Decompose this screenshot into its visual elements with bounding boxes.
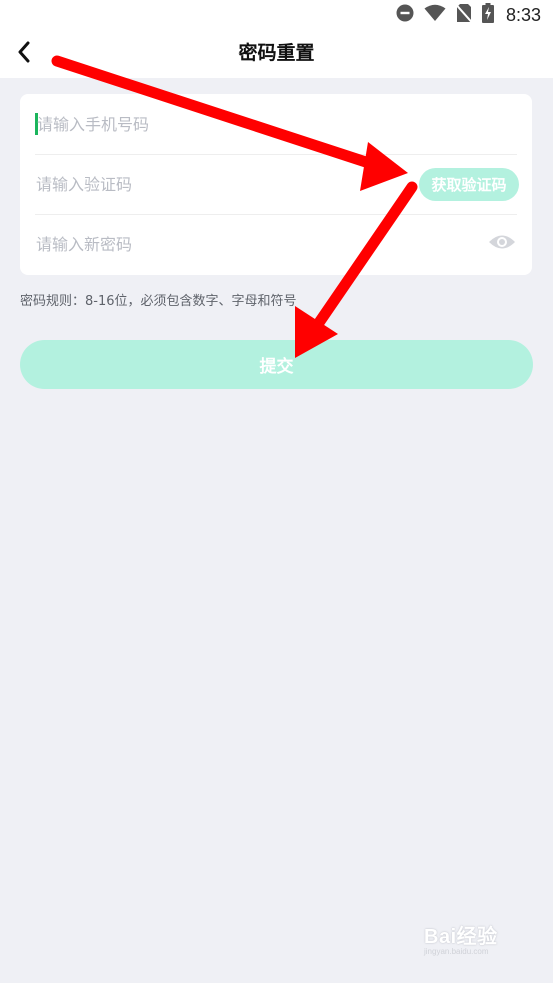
eye-icon (488, 233, 516, 255)
password-visibility-toggle[interactable] (487, 232, 517, 256)
phone-row (35, 94, 517, 155)
status-icons: 8:33 (396, 3, 541, 27)
password-row (35, 214, 517, 274)
page-title: 密码重置 (238, 42, 315, 64)
get-code-button[interactable]: 获取验证码 (419, 168, 519, 201)
watermark-sub: jingyan.baidu.com (424, 947, 489, 956)
reset-form-card: 获取验证码 (20, 94, 532, 275)
baidu-jingyan-watermark: Bai经验 jingyan.baidu.com (424, 920, 524, 956)
new-password-input[interactable] (35, 214, 396, 274)
battery-charging-icon (481, 3, 494, 27)
verification-code-input[interactable] (35, 154, 396, 214)
status-time: 8:33 (505, 4, 541, 25)
dnd-icon (396, 4, 414, 26)
password-rule-hint: 密码规则：8-16位，必须包含数字、字母和符号 (20, 294, 297, 309)
wifi-icon (424, 4, 446, 26)
submit-button[interactable]: 提交 (20, 340, 533, 389)
header: 密码重置 (0, 30, 553, 78)
phone-input[interactable] (35, 94, 397, 154)
status-bar: 8:33 (0, 0, 553, 30)
watermark-brand: Bai经验 (424, 926, 498, 948)
code-row: 获取验证码 (35, 154, 519, 215)
no-sim-icon (455, 3, 473, 27)
